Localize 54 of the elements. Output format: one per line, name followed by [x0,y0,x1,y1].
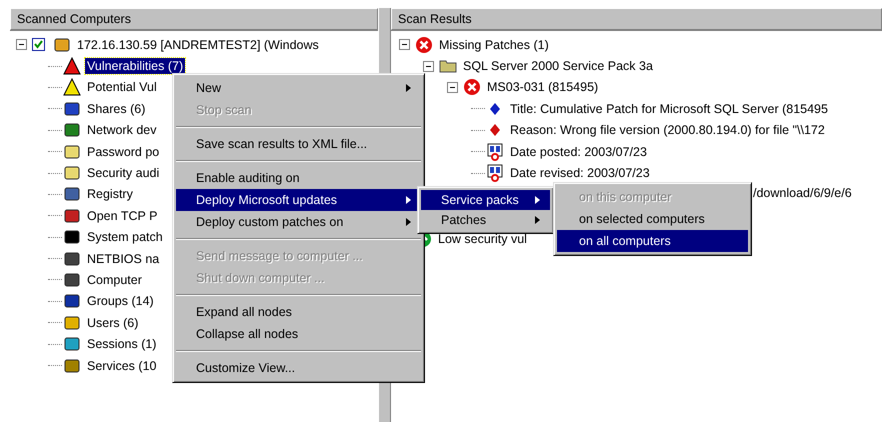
menu-item[interactable]: on selected computers [557,208,748,230]
tree-item[interactable]: NETBIOS na [85,250,162,267]
collapse-toggle[interactable] [16,39,27,50]
tree-item[interactable]: MS03-031 (815495) [485,79,600,96]
panel-header: Scan Results [391,8,882,30]
menu-item[interactable]: Expand all nodes [176,301,421,323]
warning-icon [63,78,81,96]
tree-item[interactable]: Title: Cumulative Patch for Microsoft SQL Server (815495 [508,100,830,117]
panel-header: Scanned Computers [10,8,378,30]
menu-item[interactable]: Collapse all nodes [176,323,421,345]
checkbox[interactable] [32,38,45,52]
tree-item[interactable]: Security audi [85,165,162,182]
tree-item[interactable]: Reason: Wrong file version (2000.80.194.0) for file "\\172 [508,122,827,138]
tree-item[interactable]: Vulnerabilities (7) [85,58,186,74]
alert-icon [63,57,81,76]
caret-icon [406,196,411,204]
tree-item[interactable]: Registry [85,186,135,202]
tree-item[interactable]: Date revised: 2003/07/23 [508,165,652,182]
collapse-toggle[interactable] [447,82,458,93]
tree-item[interactable]: /download/6/9/e/6 [753,186,852,200]
collapse-toggle[interactable] [423,60,434,72]
caret-icon [406,84,411,92]
caret-icon [535,216,540,224]
tree-item[interactable]: Missing Patches (1) [437,36,551,53]
menu-item[interactable]: Service packs [421,190,550,210]
collapse-toggle[interactable] [399,39,410,50]
tree-item[interactable]: SQL Server 2000 Service Pack 3a [461,58,655,74]
error-icon [415,36,433,54]
menu-item[interactable]: Customize View... [176,357,421,379]
menu-item[interactable]: Patches [421,210,550,230]
tree-item[interactable]: Password po [85,144,162,160]
tree-item[interactable]: Sessions (1) [85,336,158,352]
tree-item[interactable]: System patch [85,229,165,246]
error-icon [463,78,481,96]
tree-item[interactable]: 172.16.130.59 [ANDREMTEST2] (Windows [75,36,321,53]
tree-item[interactable]: Groups (14) [85,293,156,310]
date-icon [486,142,504,161]
tree-item[interactable]: Computer [85,272,144,288]
tree-item[interactable]: Date posted: 2003/07/23 [508,144,649,160]
caret-icon [406,218,411,226]
menu-item[interactable]: Enable auditing on [176,167,421,189]
menu-item[interactable]: on all computers [557,230,748,252]
caret-icon [535,196,540,204]
tree-item[interactable]: Low security vul [436,231,529,248]
tree-item[interactable]: Potential Vul [85,79,159,96]
menu-item[interactable]: Deploy custom patches on [176,211,421,233]
menu-item[interactable]: New [176,77,421,99]
date-icon [486,164,504,182]
tree-item[interactable]: Network dev [85,122,158,138]
tree-item[interactable]: Users (6) [85,314,140,331]
tree-item[interactable]: Services (10 [85,358,158,374]
tree-item[interactable]: Shares (6) [85,100,148,117]
menu-item[interactable]: Save scan results to XML file... [176,133,421,155]
tree-item[interactable]: Open TCP P [85,208,160,224]
